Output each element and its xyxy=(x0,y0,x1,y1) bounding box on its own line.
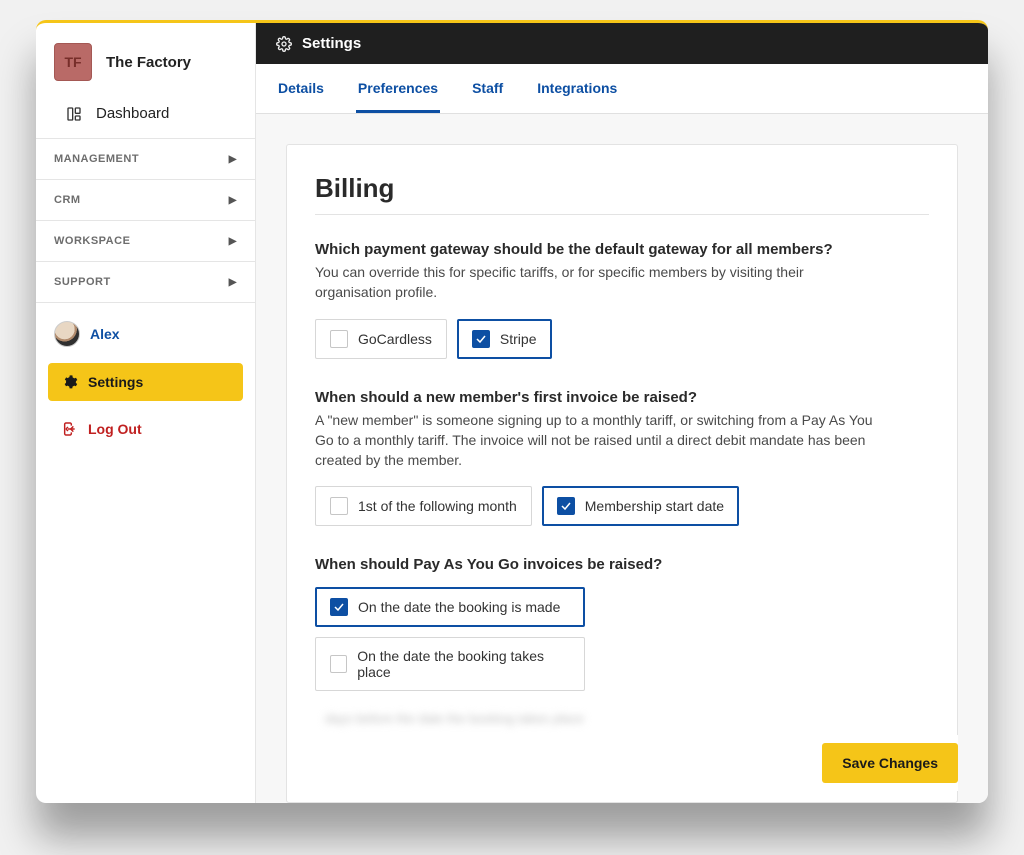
tabs: Details Preferences Staff Integrations xyxy=(256,64,988,114)
option-label: On the date the booking takes place xyxy=(357,648,570,680)
dashboard-icon xyxy=(66,106,82,122)
sidebar-section-label: SUPPORT xyxy=(54,276,111,288)
question-first-invoice: When should a new member's first invoice… xyxy=(315,389,929,527)
tab-staff[interactable]: Staff xyxy=(470,64,505,113)
gear-icon xyxy=(62,374,78,390)
app-window: TF The Factory Dashboard MANAGEMENT ▶ CR… xyxy=(36,20,988,803)
option-label: GoCardless xyxy=(358,331,432,347)
tab-integrations[interactable]: Integrations xyxy=(535,64,619,113)
option-booking-takes-place[interactable]: On the date the booking takes place xyxy=(315,637,585,691)
option-label: 1st of the following month xyxy=(358,498,517,514)
chevron-right-icon: ▶ xyxy=(229,195,237,206)
option-label: On the date the booking is made xyxy=(358,599,560,615)
option-row: 1st of the following month Membership st… xyxy=(315,486,929,526)
option-row: GoCardless Stripe xyxy=(315,319,929,359)
option-start-date[interactable]: Membership start date xyxy=(542,486,739,526)
user-name: Alex xyxy=(90,326,120,342)
sidebar-section-label: WORKSPACE xyxy=(54,235,130,247)
checkbox-icon xyxy=(472,330,490,348)
sidebar-section-management[interactable]: MANAGEMENT ▶ xyxy=(36,138,255,179)
tab-preferences[interactable]: Preferences xyxy=(356,64,440,113)
question-description: You can override this for specific tarif… xyxy=(315,262,875,303)
option-label: Membership start date xyxy=(585,498,724,514)
avatar xyxy=(54,321,80,347)
checkbox-icon xyxy=(557,497,575,515)
question-title: When should Pay As You Go invoices be ra… xyxy=(315,556,929,573)
chevron-right-icon: ▶ xyxy=(229,154,237,165)
checkbox-icon xyxy=(330,330,348,348)
save-bar: Save Changes xyxy=(802,735,958,791)
sidebar-item-label: Log Out xyxy=(88,421,142,437)
tab-details[interactable]: Details xyxy=(276,64,326,113)
question-description: A "new member" is someone signing up to … xyxy=(315,410,875,471)
billing-card: Billing Which payment gateway should be … xyxy=(286,144,958,803)
option-booking-made[interactable]: On the date the booking is made xyxy=(315,587,585,627)
sidebar-section-label: MANAGEMENT xyxy=(54,153,139,165)
brand-logo: TF xyxy=(54,43,92,81)
question-title: Which payment gateway should be the defa… xyxy=(315,241,929,258)
sidebar-user[interactable]: Alex xyxy=(36,303,255,359)
sidebar-item-dashboard[interactable]: Dashboard xyxy=(36,91,255,138)
sidebar-section-support[interactable]: SUPPORT ▶ xyxy=(36,261,255,303)
question-title: When should a new member's first invoice… xyxy=(315,389,929,406)
sidebar-section-label: CRM xyxy=(54,194,81,206)
sidebar-item-logout[interactable]: Log Out xyxy=(48,411,243,447)
sidebar-section-crm[interactable]: CRM ▶ xyxy=(36,179,255,220)
option-row: On the date the booking is made On the d… xyxy=(315,587,929,691)
save-button[interactable]: Save Changes xyxy=(822,743,958,783)
sidebar-item-label: Dashboard xyxy=(96,105,169,122)
chevron-right-icon: ▶ xyxy=(229,277,237,288)
section-heading: Billing xyxy=(315,173,929,215)
option-stripe[interactable]: Stripe xyxy=(457,319,552,359)
checkbox-icon xyxy=(330,497,348,515)
checkbox-icon xyxy=(330,598,348,616)
chevron-right-icon: ▶ xyxy=(229,236,237,247)
option-gocardless[interactable]: GoCardless xyxy=(315,319,447,359)
sidebar-item-settings[interactable]: Settings xyxy=(48,363,243,401)
brand-name: The Factory xyxy=(106,54,191,71)
brand: TF The Factory xyxy=(36,23,255,91)
option-first-of-month[interactable]: 1st of the following month xyxy=(315,486,532,526)
sidebar-section-workspace[interactable]: WORKSPACE ▶ xyxy=(36,220,255,261)
sidebar: TF The Factory Dashboard MANAGEMENT ▶ CR… xyxy=(36,23,256,803)
option-label: Stripe xyxy=(500,331,537,347)
sidebar-item-label: Settings xyxy=(88,374,143,390)
blurred-hint: days before the date the booking takes p… xyxy=(315,705,929,732)
topbar: Settings xyxy=(256,23,988,64)
main: Settings Details Preferences Staff Integ… xyxy=(256,23,988,803)
logout-icon xyxy=(62,421,78,437)
checkbox-icon xyxy=(330,655,347,673)
page-title: Settings xyxy=(302,35,361,52)
gear-icon xyxy=(276,36,292,52)
content: Billing Which payment gateway should be … xyxy=(256,114,988,803)
question-payg-invoice: When should Pay As You Go invoices be ra… xyxy=(315,556,929,732)
question-default-gateway: Which payment gateway should be the defa… xyxy=(315,241,929,359)
